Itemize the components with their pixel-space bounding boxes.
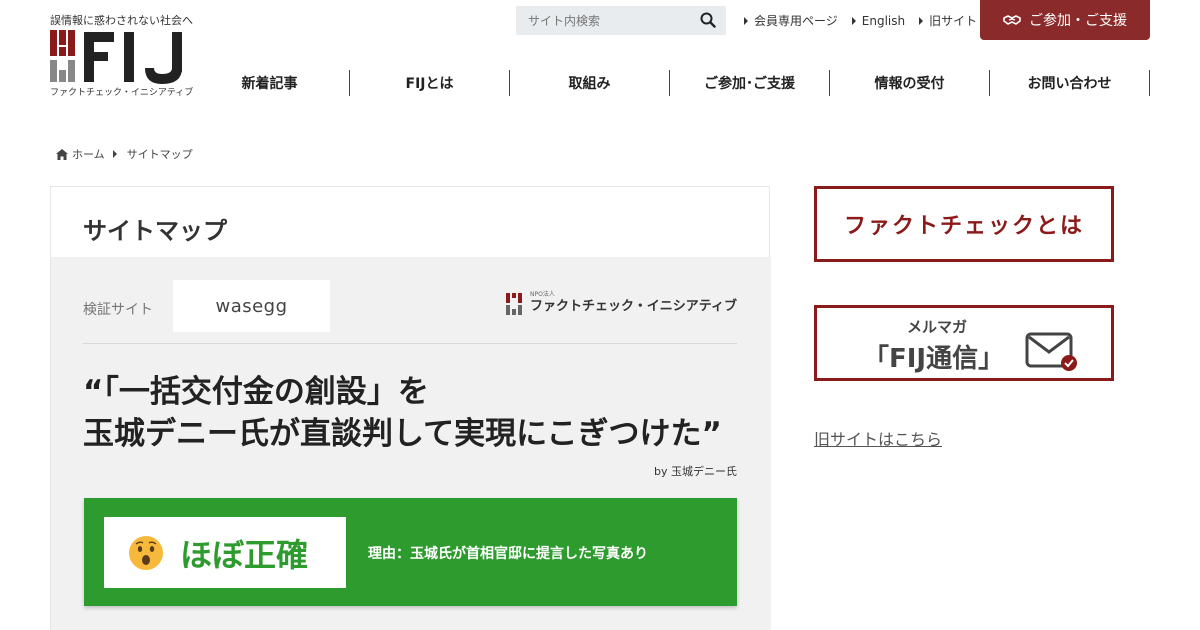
triangle-right-icon [851,16,856,25]
claim-headline-line2: 玉城デニー氏が直談判して実現にこぎつけた” [83,416,722,452]
old-site-link[interactable]: 旧サイトはこちら [814,426,942,450]
verdict-rating: ほぼ正確 [180,535,309,574]
nav-item-news[interactable]: 新着記事 [190,70,350,96]
home-icon [56,148,68,160]
fij-mark-icon [506,293,523,315]
breadcrumb: ホーム サイトマップ [56,146,193,162]
main-card: サイトマップ 検証サイト wasegg NPO法人 ファクトチェック・イニシアテ… [50,186,771,630]
nav-item-about[interactable]: FIJとは [350,70,510,96]
chevron-right-icon [112,150,117,158]
claim-headline: “「一括交付金の創設」を 玉城デニー氏が直談判して実現にこぎつけた” [83,371,743,455]
english-link[interactable]: English [851,12,905,29]
breadcrumb-home[interactable]: ホーム [72,146,105,162]
verify-site-label: 検証サイト [83,302,153,318]
logo-subtitle: ファクトチェック・イニシアティブ [50,88,194,98]
nav-item-contact[interactable]: お問い合わせ [990,70,1150,96]
nav-item-support[interactable]: ご参加･ご支援 [670,70,830,96]
surprised-face-icon [129,535,163,570]
fij-mini-logo: NPO法人 ファクトチェック・イニシアティブ [506,291,737,315]
triangle-right-icon [919,16,924,25]
main-nav: 新着記事 FIJとは 取組み ご参加･ご支援 情報の受付 お問い合わせ [190,70,1150,96]
newsletter-sub: メルマガ [907,318,968,336]
support-button[interactable]: ご参加・ご支援 [980,0,1150,40]
divider [83,343,737,344]
nav-item-submit-info[interactable]: 情報の受付 [830,70,990,96]
verdict-banner: ほぼ正確 理由：玉城氏が首相官邸に提言した写真あり [84,498,737,606]
site-search[interactable] [516,6,726,35]
newsletter-banner[interactable]: メルマガ 「FIJ通信」 [814,305,1114,381]
org-name: ファクトチェック・イニシアティブ [530,298,737,314]
handshake-icon [1003,15,1021,25]
banner-factcheck-text: ファクトチェックとは [843,214,1084,239]
search-input[interactable] [528,13,698,28]
breadcrumb-current: サイトマップ [126,148,193,161]
old-site-top-link[interactable]: 旧サイト [919,12,977,29]
verify-site-logo-box: wasegg [173,280,330,332]
triangle-right-icon [744,16,748,25]
claim-headline-line1: “「一括交付金の創設」を [83,374,429,410]
nav-item-activities[interactable]: 取組み [510,70,670,96]
verdict-badge: ほぼ正確 [104,517,346,588]
site-tagline: 誤情報に惑わされない社会へ [50,14,193,27]
page-title: サイトマップ [83,217,227,245]
factcheck-about-banner[interactable]: ファクトチェックとは [814,186,1114,262]
search-icon[interactable] [700,12,716,28]
claim-byline: by 玉城デニー氏 [654,465,737,478]
factcheck-eyecatch[interactable]: 検証サイト wasegg NPO法人 ファクトチェック・イニシアティブ “「一括… [51,257,771,630]
npo-label: NPO法人 [530,291,555,298]
mail-check-icon [1025,332,1077,371]
member-page-link[interactable]: 会員専用ページ [744,12,838,29]
wasegg-logo: wasegg [215,295,288,317]
verdict-reason: 理由：玉城氏が首相官邸に提言した写真あり [368,546,648,562]
newsletter-title: 「FIJ通信」 [863,344,1005,374]
top-links: 会員専用ページ English 旧サイト [744,12,977,29]
